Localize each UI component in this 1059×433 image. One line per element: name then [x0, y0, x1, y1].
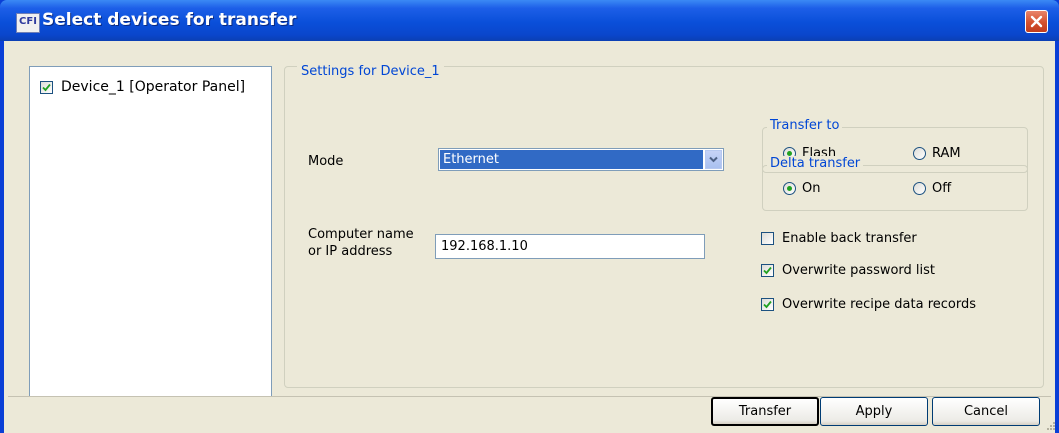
chevron-down-icon: [709, 156, 718, 163]
radio-ram-label: RAM: [932, 146, 961, 161]
radio-on-label: On: [802, 181, 821, 196]
app-icon: CFI: [16, 13, 40, 33]
settings-group-title: Settings for Device_1: [297, 64, 444, 79]
title-bar[interactable]: CFI Select devices for transfer: [0, 0, 1059, 41]
mode-label: Mode: [308, 154, 344, 169]
cancel-button[interactable]: Cancel: [932, 397, 1040, 426]
overwrite-password-list-box[interactable]: [761, 264, 774, 277]
transfer-button[interactable]: Transfer: [711, 397, 819, 426]
check-icon: [42, 83, 51, 91]
overwrite-recipe-data-label: Overwrite recipe data records: [782, 297, 976, 312]
overwrite-recipe-data-box[interactable]: [761, 298, 774, 311]
address-label-line2: or IP address: [308, 244, 393, 259]
radio-off-label: Off: [932, 181, 952, 196]
radio-on[interactable]: On: [783, 181, 820, 196]
enable-back-transfer-label: Enable back transfer: [782, 231, 917, 246]
overwrite-password-list-checkbox[interactable]: Overwrite password list: [761, 263, 935, 278]
window-title: Select devices for transfer: [42, 10, 297, 30]
close-button[interactable]: [1025, 10, 1048, 33]
resize-grip-icon[interactable]: [1046, 421, 1056, 431]
address-label-line1: Computer name: [308, 227, 414, 242]
enable-back-transfer-checkbox[interactable]: Enable back transfer: [761, 231, 917, 246]
dropdown-arrow-button[interactable]: [705, 150, 722, 169]
device-label: Device_1 [Operator Panel]: [61, 79, 246, 95]
overwrite-password-list-label: Overwrite password list: [782, 263, 936, 278]
mode-dropdown-value: Ethernet: [440, 150, 703, 169]
delta-transfer-title: Delta transfer: [767, 156, 864, 171]
radio-off[interactable]: Off: [913, 181, 951, 196]
device-list-item[interactable]: Device_1 [Operator Panel]: [40, 79, 245, 95]
close-icon: [1030, 15, 1043, 28]
check-icon: [763, 266, 772, 275]
apply-button[interactable]: Apply: [820, 397, 928, 426]
radio-ram[interactable]: RAM: [913, 146, 961, 161]
transfer-to-title: Transfer to: [767, 118, 843, 133]
device-checkbox[interactable]: [40, 80, 53, 94]
ip-address-input[interactable]: 192.168.1.10: [435, 234, 705, 259]
radio-off-indicator[interactable]: [913, 182, 926, 195]
device-list[interactable]: Device_1 [Operator Panel]: [29, 66, 272, 397]
mode-dropdown[interactable]: Ethernet: [438, 148, 724, 171]
enable-back-transfer-box[interactable]: [761, 232, 774, 245]
radio-ram-indicator[interactable]: [913, 147, 926, 160]
overwrite-recipe-data-checkbox[interactable]: Overwrite recipe data records: [761, 297, 976, 312]
radio-on-indicator[interactable]: [783, 182, 796, 195]
check-icon: [763, 300, 772, 309]
